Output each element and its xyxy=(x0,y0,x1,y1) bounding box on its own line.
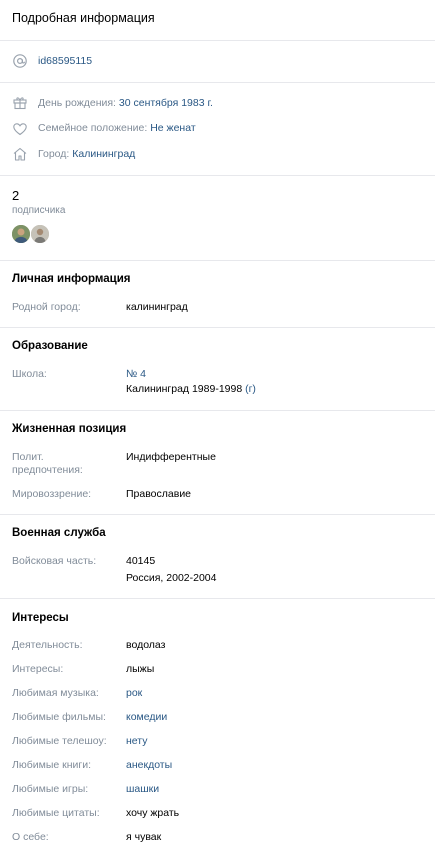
interest-label: Любимые телешоу: xyxy=(12,735,107,747)
politics-label-line1: Полит. xyxy=(12,451,44,463)
city-row: Город: Калининград xyxy=(38,148,135,160)
at-icon xyxy=(12,53,28,69)
follower-avatar[interactable] xyxy=(31,225,49,243)
hometown-label: Родной город: xyxy=(12,301,81,313)
politics-label-line2: предпочтения: xyxy=(12,464,83,476)
divider xyxy=(0,598,435,599)
interest-label: Любимые фильмы: xyxy=(12,711,106,723)
interest-label: Любимые игры: xyxy=(12,783,89,795)
divider xyxy=(0,327,435,328)
interest-link[interactable]: нету xyxy=(126,735,147,748)
interest-link[interactable]: анекдоты xyxy=(126,759,172,772)
page-title: Подробная информация xyxy=(12,11,155,25)
follower-avatar[interactable] xyxy=(12,225,30,243)
interest-label: Интересы: xyxy=(12,663,64,675)
family-label: Семейное положение: xyxy=(38,122,148,134)
profile-id-link[interactable]: id68595115 xyxy=(38,55,92,67)
school-link[interactable]: № 4 xyxy=(126,368,146,381)
followers-count[interactable]: 2 xyxy=(12,188,19,203)
divider xyxy=(0,40,435,41)
gift-icon xyxy=(12,94,28,110)
divider xyxy=(0,260,435,261)
interest-value: водолаз xyxy=(126,639,166,651)
interest-value: лыжы xyxy=(126,663,155,675)
interest-label: Любимые книги: xyxy=(12,759,92,771)
politics-value: Индифферентные xyxy=(126,451,216,463)
divider xyxy=(0,175,435,176)
divider xyxy=(0,82,435,83)
divider xyxy=(0,410,435,411)
interest-link[interactable]: шашки xyxy=(126,783,159,796)
school-detail: Калининград 1989-1998 (г) xyxy=(126,383,256,396)
hometown-value: калининград xyxy=(126,301,188,313)
school-label: Школа: xyxy=(12,368,47,380)
interest-value: хочу жрать xyxy=(126,807,180,819)
education-section-title: Образование xyxy=(12,340,88,352)
followers-label[interactable]: подписчика xyxy=(12,205,65,216)
unit-label: Войсковая часть: xyxy=(12,555,97,567)
interest-label: Любимая музыка: xyxy=(12,687,99,699)
interest-label: О себе: xyxy=(12,831,49,843)
birthday-link[interactable]: 30 сентября 1983 г. xyxy=(119,97,213,109)
school-class-link[interactable]: (г) xyxy=(245,383,256,395)
interest-link[interactable]: комедии xyxy=(126,711,167,724)
unit-detail: Россия, 2002-2004 xyxy=(126,572,217,584)
interests-section-title: Интересы xyxy=(12,612,69,624)
family-row: Семейное положение: Не женат xyxy=(38,122,196,134)
military-section-title: Военная служба xyxy=(12,527,106,539)
interest-value: я чувак xyxy=(126,831,162,843)
heart-icon xyxy=(12,121,28,137)
home-icon xyxy=(12,146,28,162)
birthday-label: День рождения: xyxy=(38,97,116,109)
divider xyxy=(0,514,435,515)
interest-label: Деятельность: xyxy=(12,639,83,651)
worldview-label: Мировоззрение: xyxy=(12,488,92,500)
birthday-row: День рождения: 30 сентября 1983 г. xyxy=(38,97,213,109)
interest-label: Любимые цитаты: xyxy=(12,807,100,819)
city-link[interactable]: Калининград xyxy=(72,148,135,160)
city-label: Город: xyxy=(38,148,70,160)
position-section-title: Жизненная позиция xyxy=(12,423,127,435)
school-years: Калининград 1989-1998 xyxy=(126,383,243,395)
unit-value: 40145 xyxy=(126,555,156,567)
worldview-value: Православие xyxy=(126,488,192,500)
family-status-link[interactable]: Не женат xyxy=(150,122,195,134)
interest-link[interactable]: рок xyxy=(126,687,142,700)
personal-section-title: Личная информация xyxy=(12,273,131,285)
politics-label: Полит. предпочтения: xyxy=(12,451,83,477)
